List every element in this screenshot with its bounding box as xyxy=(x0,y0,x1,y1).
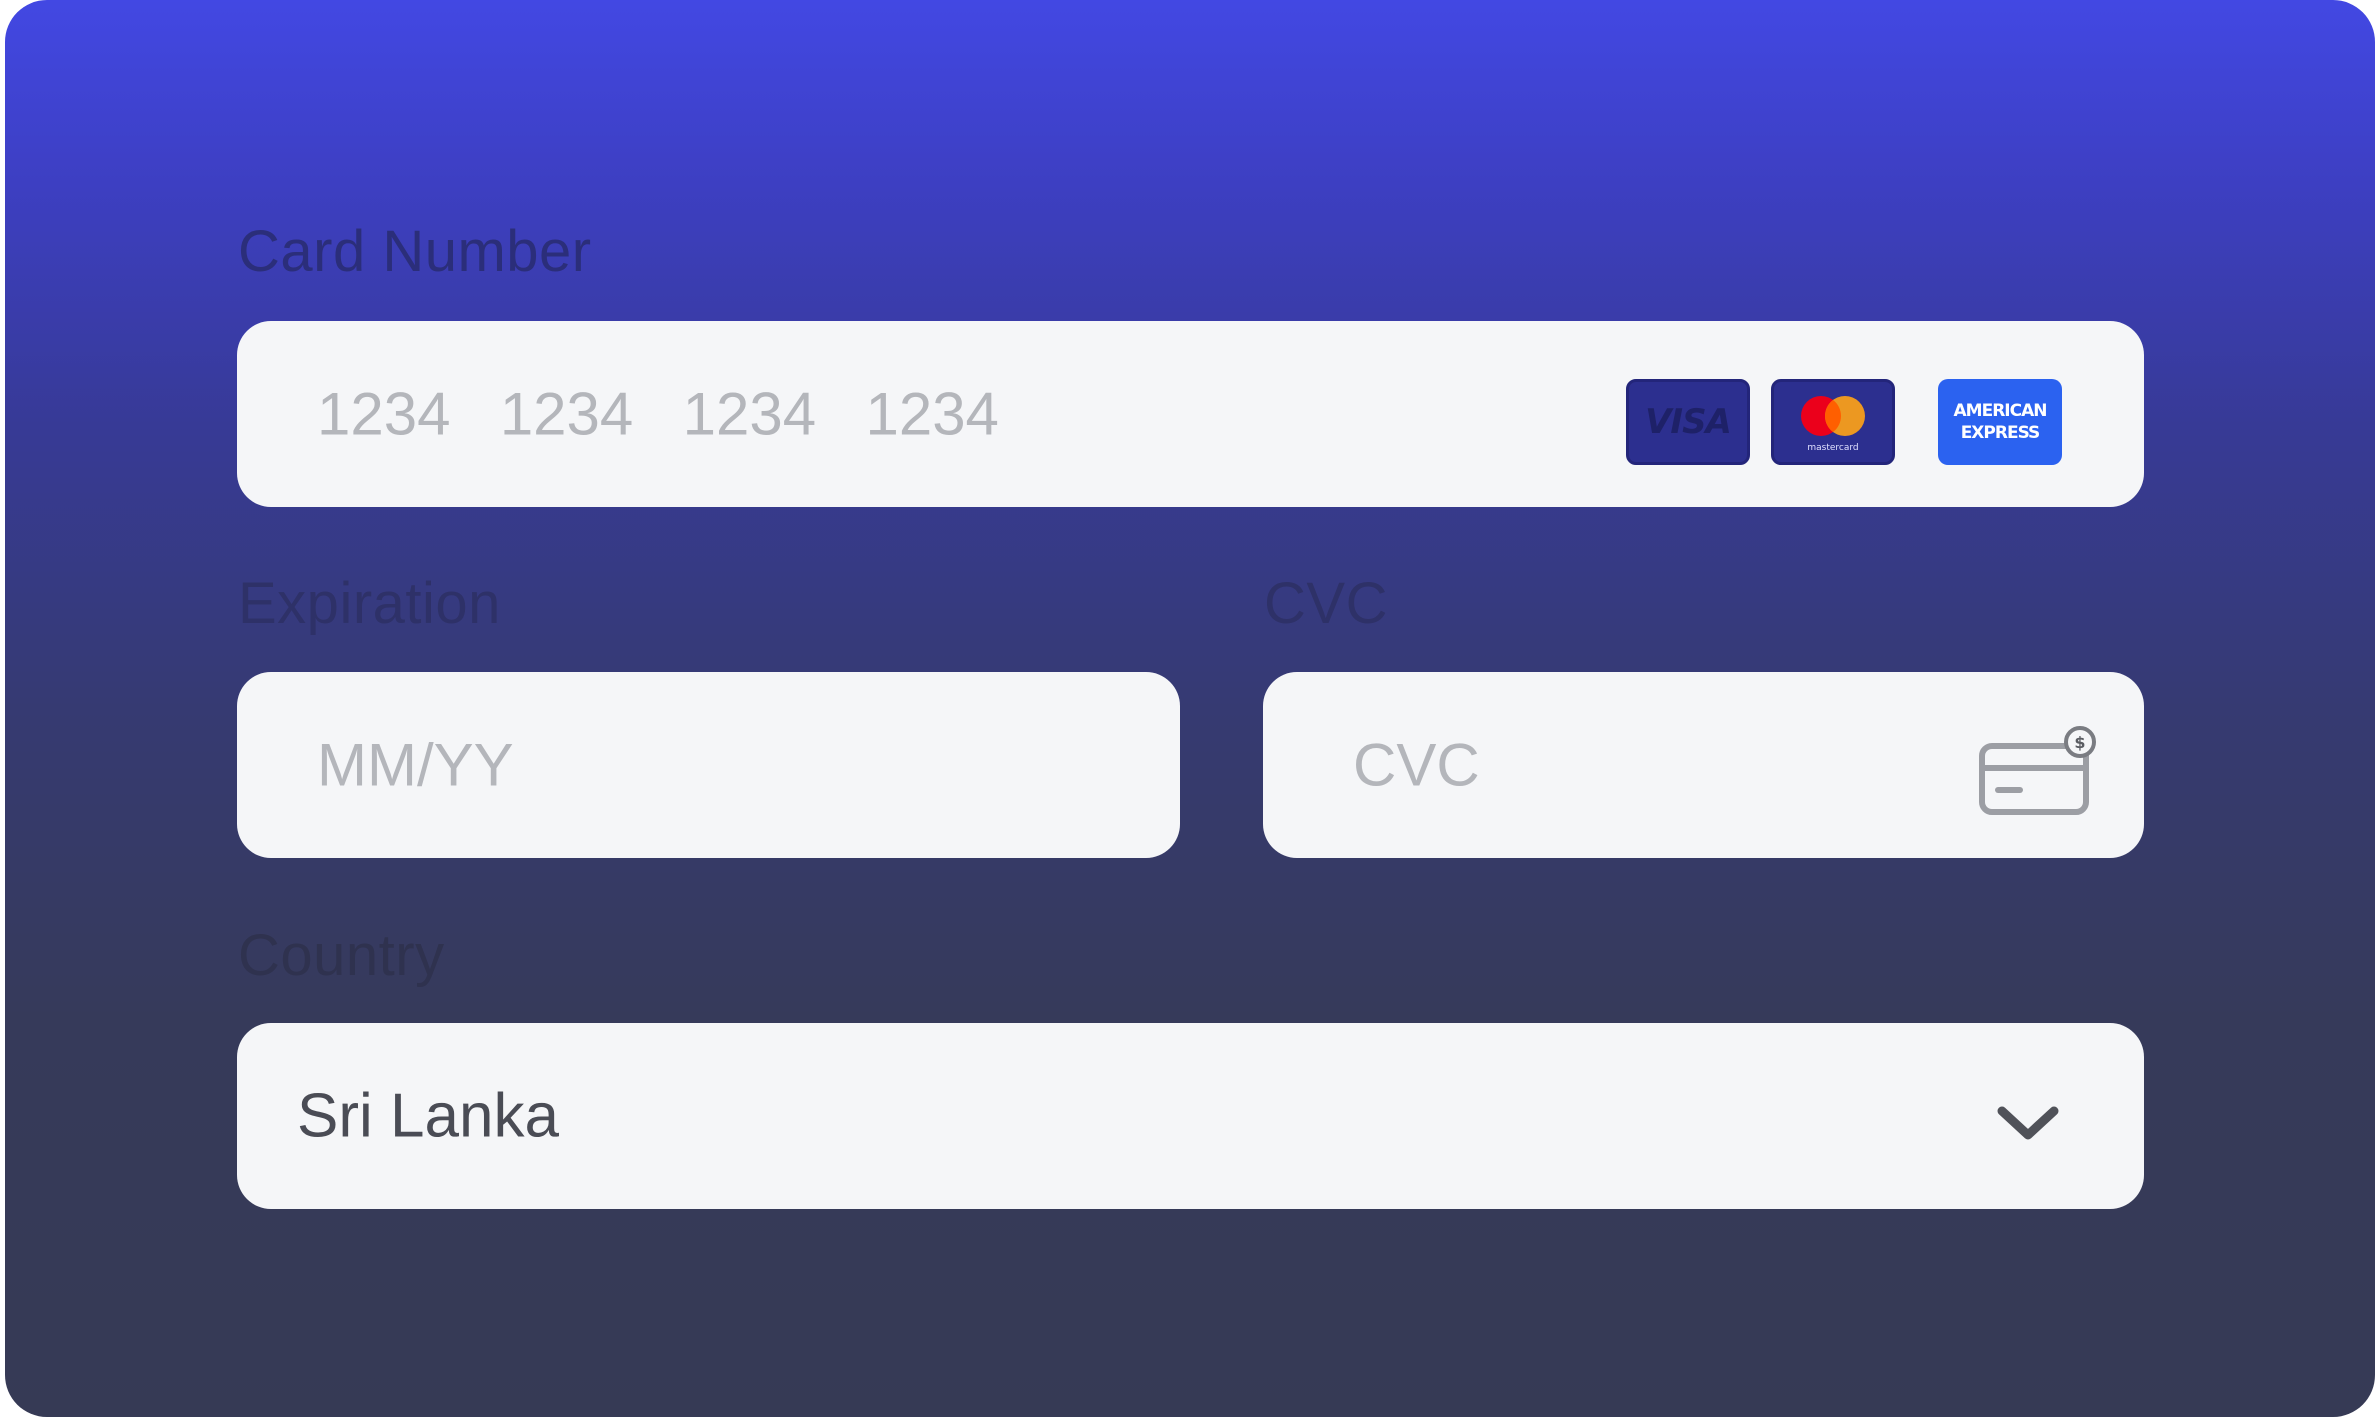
country-label: Country xyxy=(238,923,445,988)
visa-logo-text: VISA xyxy=(1645,402,1732,442)
expiration-field[interactable]: MM/YY xyxy=(237,672,1180,858)
payment-form: Card Number 1234 1234 1234 1234 VISA mas… xyxy=(5,0,2375,1417)
mastercard-icon: mastercard xyxy=(1771,379,1895,465)
card-number-placeholder: 1234 1234 1234 1234 xyxy=(317,380,999,448)
amex-line-1: AMERICAN xyxy=(1953,401,2048,421)
card-cvc-icon: $ xyxy=(1979,726,2096,815)
card-number-field[interactable]: 1234 1234 1234 1234 VISA mastercard AMER… xyxy=(237,321,2144,507)
american-express-icon: AMERICAN EXPRESS xyxy=(1938,379,2062,465)
expiration-label: Expiration xyxy=(238,571,501,636)
country-selected-value: Sri Lanka xyxy=(297,1081,559,1151)
visa-card-icon: VISA xyxy=(1626,379,1750,465)
amex-line-2: EXPRESS xyxy=(1960,423,2041,443)
cvc-placeholder: CVC xyxy=(1353,731,1480,799)
country-select[interactable]: Sri Lanka xyxy=(237,1023,2144,1209)
mastercard-caption: mastercard xyxy=(1807,443,1858,453)
card-number-label: Card Number xyxy=(238,219,592,284)
cvc-field[interactable]: CVC $ xyxy=(1263,672,2144,858)
mastercard-logo: mastercard xyxy=(1801,396,1865,453)
expiration-placeholder: MM/YY xyxy=(317,731,514,799)
chevron-down-icon[interactable] xyxy=(1996,1103,2060,1143)
cvc-label: CVC xyxy=(1264,571,1388,636)
svg-text:$: $ xyxy=(2074,733,2085,752)
